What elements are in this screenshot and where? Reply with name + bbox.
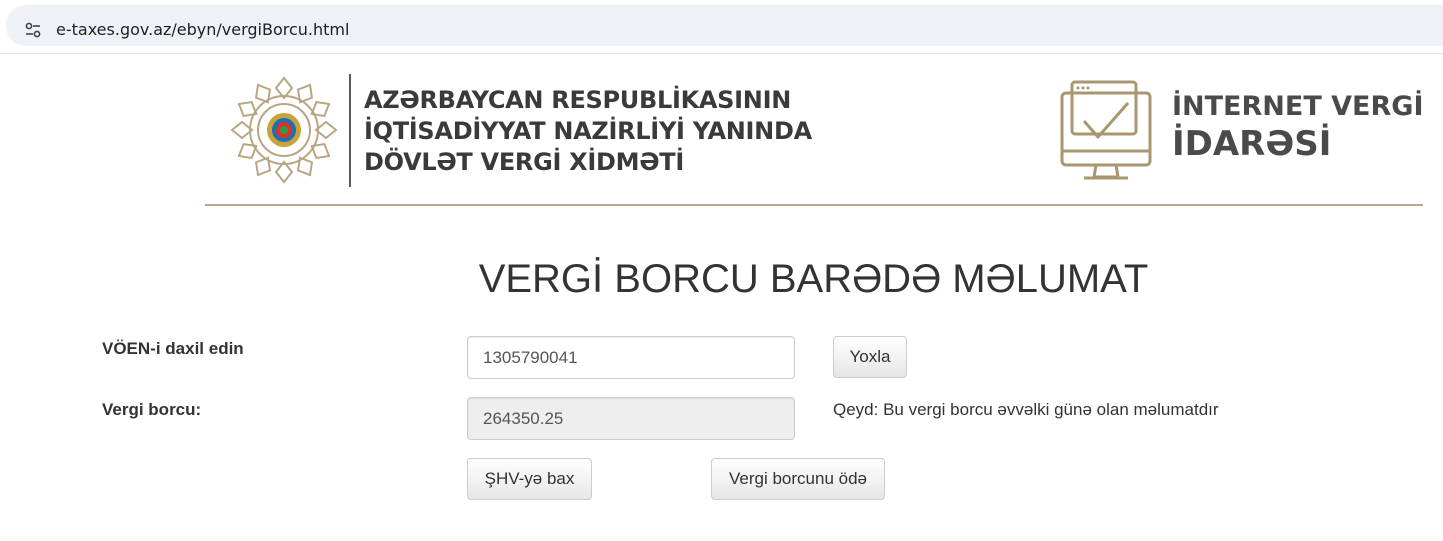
service-name-line: İNTERNET VERGİ [1172,91,1424,122]
logo-divider [349,74,351,187]
page-title: VERGİ BORCU BARƏDƏ MƏLUMAT [478,257,1149,301]
check-button[interactable]: Yoxla [833,336,907,378]
voen-label: VÖEN-i daxil edin [102,339,244,358]
pay-tax-debt-button[interactable]: Vergi borcunu ödə [711,458,885,500]
debt-note: Qeyd: Bu vergi borcu əvvəlki günə olan m… [833,400,1219,419]
state-emblem-icon [231,76,337,183]
organization-name: AZƏRBAYCAN RESPUBLİKASININ İQTİSADİYYAT … [364,85,812,178]
header-rule [205,204,1423,206]
org-name-line: AZƏRBAYCAN RESPUBLİKASININ [364,86,792,114]
address-bar[interactable]: e-taxes.gov.az/ebyn/vergiBorcu.html [6,5,1443,46]
org-name-line: DÖVLƏT VERGİ XİDMƏTİ [364,148,685,176]
computer-checkmark-icon [1060,80,1152,180]
org-name-line: İQTİSADİYYAT NAZİRLİYİ YANINDA [364,117,812,145]
tune-icon[interactable] [24,21,42,39]
tax-debt-label: Vergi borcu: [102,400,202,419]
view-shv-button[interactable]: ŞHV-yə bax [467,458,592,500]
toolbar-divider [0,53,1443,54]
service-name-line: İDARƏSİ [1172,124,1332,164]
tax-debt-field: 264350.25 [467,397,795,440]
voen-input[interactable]: 1305790041 [467,336,795,379]
url-text[interactable]: e-taxes.gov.az/ebyn/vergiBorcu.html [56,20,349,39]
service-name: İNTERNET VERGİ İDARƏSİ [1172,90,1424,164]
